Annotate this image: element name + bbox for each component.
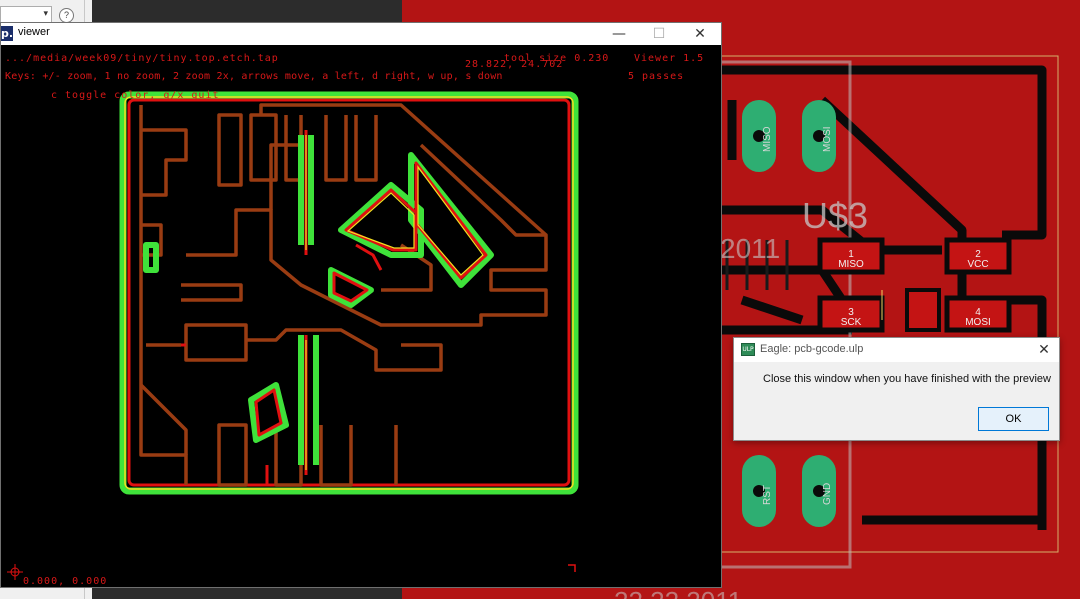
viewer-titlebar[interactable]: p. viewer — ☐ ✕ [1,23,721,46]
eagle-app-icon: ULP [741,343,755,356]
pad-3-name: SCK [841,317,862,328]
ok-button[interactable]: OK [978,407,1049,431]
corner-marker [568,564,576,572]
board-outline-yellow [124,96,574,490]
origin-coordinates: 0.000, 0.000 [23,576,108,587]
dialog-titlebar[interactable]: ULP Eagle: pcb-gcode.ulp ✕ [734,338,1059,362]
minimize-button[interactable]: — [599,23,639,45]
pad-4-name: MOSI [965,317,991,328]
passes-count: 5 passes [628,71,685,82]
file-path: .../media/week09/tiny/tiny.top.etch.tap [5,53,279,64]
board-outline-red [127,98,571,487]
viewer-canvas[interactable]: .../media/week09/tiny/tiny.top.etch.tap … [1,45,721,587]
brown-isolation-paths [139,103,548,487]
pin-label-gnd: GND [822,483,833,505]
part-text: 2011 [720,233,780,264]
viewer-version: Viewer 1.5 [634,53,705,64]
key-help-line-2: c toggle color, q/x quit [51,90,220,101]
board-outline-green [119,91,579,495]
dialog-title: Eagle: pcb-gcode.ulp [760,343,864,355]
dialog-message: Close this window when you have finished… [763,373,1051,385]
pad-2-name: VCC [967,259,988,270]
key-help-line-1: Keys: +/- zoom, 1 no zoom, 2 zoom 2x, ar… [5,71,503,82]
pin-label-miso: MISO [762,126,773,152]
pad-1-name: MISO [838,259,864,270]
help-icon[interactable]: ? [59,8,74,23]
pcb-gcode-dialog[interactable]: ULP Eagle: pcb-gcode.ulp ✕ Close this wi… [733,337,1060,441]
toolpath-drawing [7,91,579,580]
viewer-title: viewer [18,26,50,38]
close-button[interactable]: ✕ [680,23,720,45]
pin-label-rst: RST [762,485,773,505]
dialog-close-button[interactable]: ✕ [1033,339,1055,361]
viewer-window[interactable]: p. viewer — ☐ ✕ .../media/week09/tiny/ti… [0,22,722,588]
maximize-button[interactable]: ☐ [639,23,679,45]
viewer-app-icon: p. [1,26,14,41]
pin-label-mosi: MOSI [822,126,833,152]
dropdown-select[interactable]: ▾ [0,6,52,23]
chevron-down-icon: ▾ [43,9,48,19]
cursor-coordinates: 28.822, 24.702 [465,59,564,70]
component-label: U$3 [802,195,868,236]
origin-crosshair-icon [7,564,23,580]
smd-pad-extra [905,288,941,332]
